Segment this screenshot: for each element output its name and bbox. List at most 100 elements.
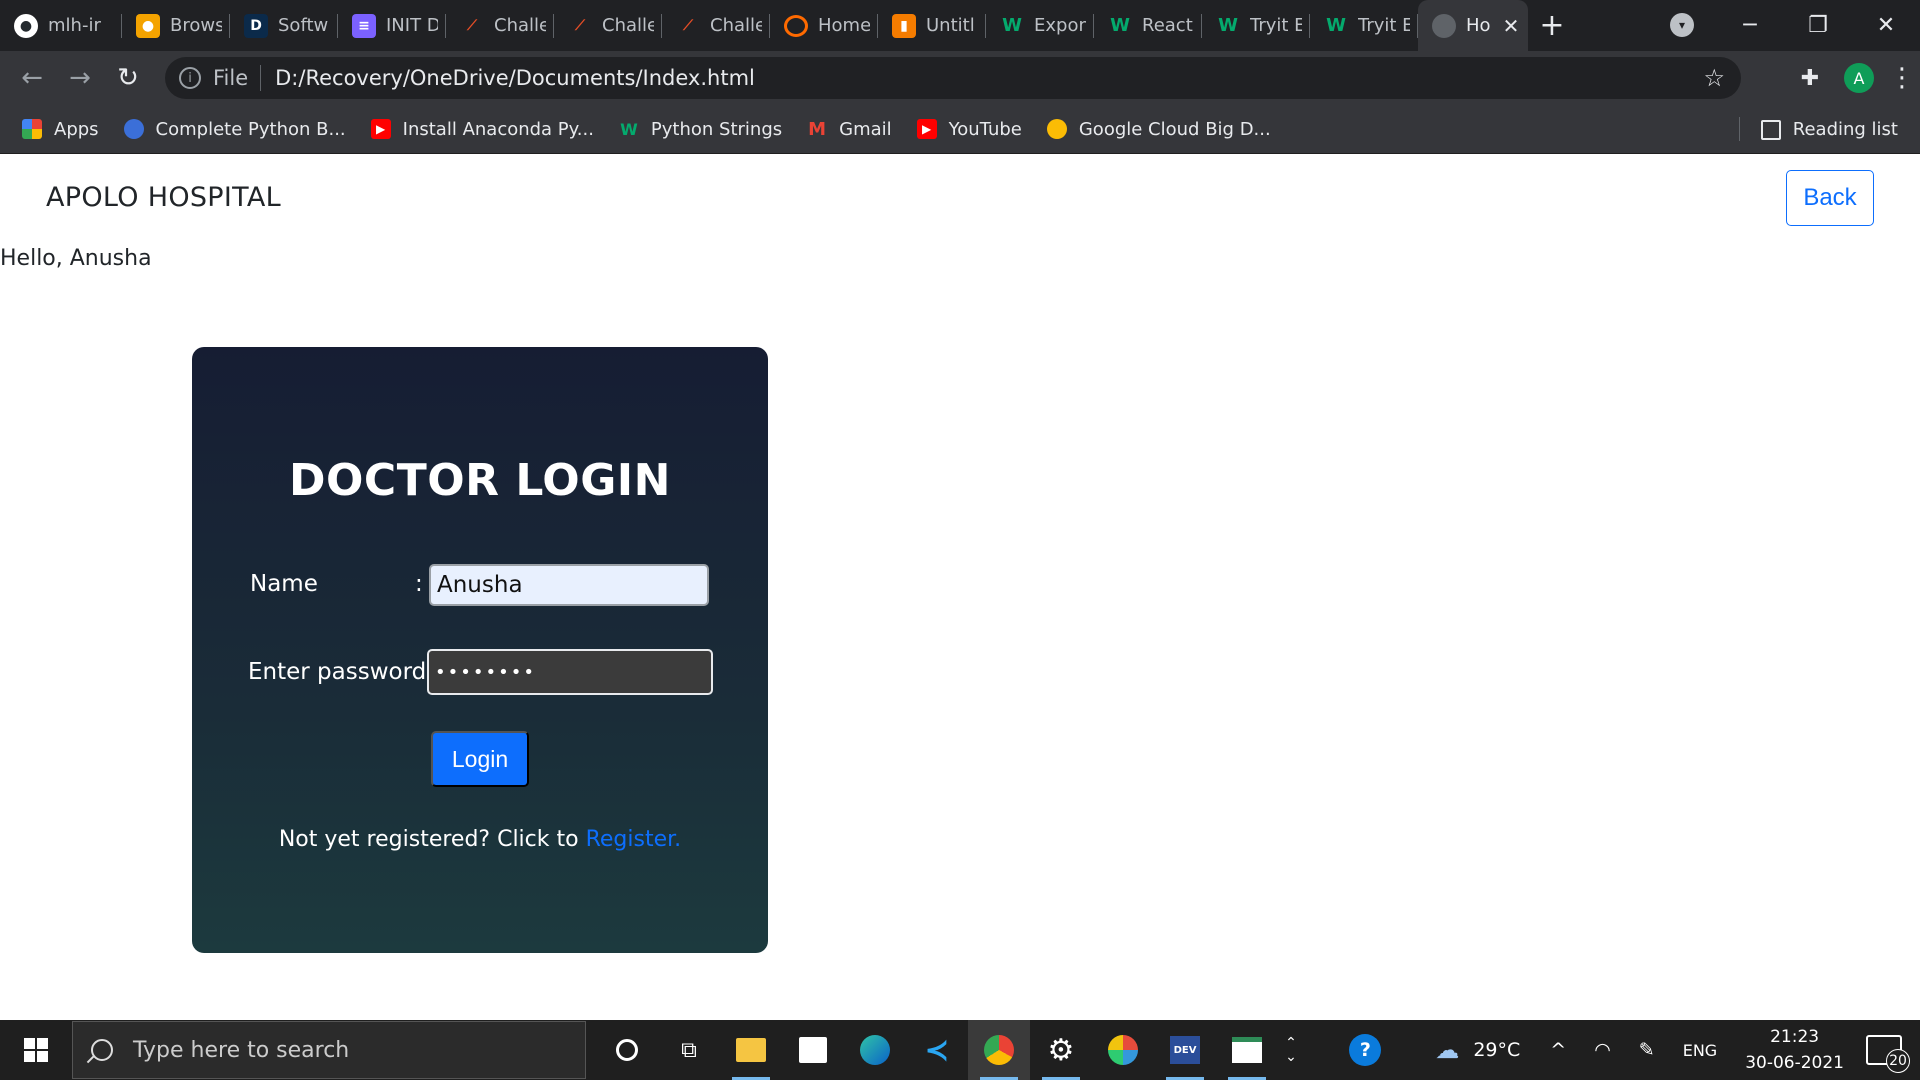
tab-search-icon[interactable]: ▾ (1670, 13, 1694, 37)
restore-icon[interactable]: ❐ (1784, 13, 1852, 38)
settings-gear-icon[interactable]: ⚙ (1030, 1020, 1092, 1080)
url-text[interactable]: D:/Recovery/OneDrive/Documents/Index.htm… (275, 66, 755, 90)
browser-tab[interactable]: ● Brows (122, 0, 230, 51)
language-indicator[interactable]: ENG (1683, 1041, 1717, 1060)
register-link[interactable]: Register. (586, 827, 682, 852)
browserstack-icon: ● (136, 13, 160, 38)
bookmark-item[interactable]: W Python Strings (619, 119, 782, 140)
browser-tab[interactable]: ▮ Untitl (878, 0, 986, 51)
register-prompt-text: Not yet registered? Click to (278, 827, 579, 852)
clock[interactable]: 21:23 30-06-2021 (1745, 1024, 1844, 1076)
navbar-brand[interactable]: APOLO HOSPITAL (46, 182, 281, 213)
apps-grid-icon (22, 119, 42, 139)
profile-avatar[interactable]: A (1844, 63, 1874, 93)
browser-toolbar: ← → ↻ i File D:/Recovery/OneDrive/Docume… (0, 51, 1920, 105)
circle-icon (784, 14, 808, 37)
d-icon: D (244, 13, 268, 38)
w3schools-icon: W (620, 119, 638, 139)
w3schools-icon: W (1218, 15, 1238, 36)
weather-cloud-icon[interactable]: ☁ (1435, 1036, 1459, 1064)
tab-strip: ● mlh-ir ● Brows D Softw ≡ INIT D ⟋ Chal… (0, 0, 1920, 51)
notification-center-icon[interactable]: 20 (1866, 1035, 1910, 1073)
reading-list-button[interactable]: Reading list (1738, 105, 1898, 154)
code-icon: ⟋ (683, 17, 693, 34)
bookmark-apps[interactable]: Apps (22, 119, 99, 140)
taskbar-scroll-icon[interactable]: ⌃ ⌄ (1278, 1020, 1304, 1080)
search-icon (91, 1039, 113, 1061)
close-tab-icon[interactable]: ✕ (1503, 14, 1520, 38)
address-bar[interactable]: i File D:/Recovery/OneDrive/Documents/In… (165, 57, 1741, 99)
notification-count: 20 (1886, 1049, 1910, 1073)
greeting-text: Hello, Anusha (0, 246, 152, 271)
windows-taskbar: Type here to search ⧉ ≺ ⚙ DEV ⌃ ⌄ ? ☁ 29°… (0, 1020, 1920, 1080)
browser-tab[interactable]: ≡ INIT D (338, 0, 446, 51)
clock-date: 30-06-2021 (1745, 1053, 1844, 1073)
w3schools-icon: W (1110, 15, 1130, 36)
vscode-icon[interactable]: ≺ (906, 1020, 968, 1080)
kebab-menu-icon[interactable]: ⋮ (1884, 63, 1920, 93)
youtube-icon: ▶ (370, 119, 391, 139)
paint-icon[interactable] (1092, 1020, 1154, 1080)
reload-icon[interactable]: ↻ (104, 63, 152, 93)
back-button[interactable]: Back (1786, 170, 1874, 226)
globe-icon (1432, 13, 1456, 38)
list-icon: ≡ (352, 13, 376, 38)
doctor-login-card: DOCTOR LOGIN Name : Anusha Enter passwor… (192, 347, 768, 953)
clock-time: 21:23 (1770, 1027, 1820, 1047)
bookmark-item[interactable]: Google Cloud Big D... (1046, 119, 1271, 140)
bookmark-star-icon[interactable]: ☆ (1703, 64, 1725, 92)
browser-tab[interactable]: W React (1094, 0, 1202, 51)
extensions-puzzle-icon[interactable]: ✚ (1786, 66, 1834, 91)
forward-arrow-icon[interactable]: → (56, 63, 104, 93)
windows-logo-icon (24, 1038, 48, 1062)
store-icon[interactable] (782, 1020, 844, 1080)
browser-tab[interactable]: ● mlh-ir (0, 0, 122, 51)
minimize-icon[interactable]: ─ (1716, 13, 1784, 38)
taskbar-search[interactable]: Type here to search (72, 1021, 586, 1079)
bookmark-item[interactable]: ▶ YouTube (916, 119, 1022, 140)
help-icon[interactable]: ? (1349, 1034, 1382, 1066)
address-separator (260, 65, 262, 91)
task-view-icon[interactable]: ⧉ (658, 1020, 720, 1080)
edge-icon[interactable] (844, 1020, 906, 1080)
login-title: DOCTOR LOGIN (288, 455, 672, 506)
back-arrow-icon[interactable]: ← (8, 63, 56, 93)
browser-tab[interactable]: W Expon (986, 0, 1094, 51)
pen-icon[interactable]: ✎ (1639, 1039, 1655, 1061)
bookmark-item[interactable]: M Gmail (807, 119, 891, 140)
file-explorer-icon[interactable] (720, 1020, 782, 1080)
reading-list-icon (1760, 119, 1781, 140)
close-window-icon[interactable]: ✕ (1852, 13, 1920, 38)
browser-tab-active[interactable]: Ho ✕ (1418, 0, 1528, 51)
bookmarks-bar: Apps Complete Python B... ▶ Install Anac… (0, 105, 1920, 154)
weather-temp[interactable]: 29°C (1473, 1039, 1520, 1061)
bookmark-item[interactable]: ▶ Install Anaconda Py... (370, 119, 594, 140)
coursera-icon (1046, 119, 1067, 139)
browser-tab[interactable]: Home (770, 0, 878, 51)
devcpp-icon[interactable]: DEV (1154, 1020, 1216, 1080)
browser-tab[interactable]: ⟋ Challe (662, 0, 770, 51)
chrome-icon[interactable] (968, 1020, 1030, 1080)
login-button[interactable]: Login (431, 731, 529, 787)
password-input[interactable]: •••••••• (427, 649, 713, 695)
browser-tab[interactable]: ⟋ Challe (554, 0, 662, 51)
browser-tab[interactable]: W Tryit E (1202, 0, 1310, 51)
browser-tab[interactable]: ⟋ Challe (446, 0, 554, 51)
bookmark-item[interactable]: Complete Python B... (123, 119, 346, 140)
browser-tab[interactable]: D Softw (230, 0, 338, 51)
name-input[interactable]: Anusha (429, 564, 709, 606)
new-tab-button[interactable]: + (1528, 8, 1576, 43)
w3schools-icon: W (1326, 15, 1346, 36)
notebook-icon: ▮ (892, 13, 916, 38)
window-controls: ─ ❐ ✕ (1716, 0, 1920, 51)
wifi-icon[interactable]: ◠ (1594, 1039, 1611, 1061)
name-label: Name (250, 571, 318, 597)
w3schools-icon: W (1002, 15, 1022, 36)
browser-tab[interactable]: W Tryit E (1310, 0, 1418, 51)
start-button[interactable] (0, 1020, 72, 1080)
cortana-icon[interactable] (596, 1020, 658, 1080)
chevron-up-icon[interactable]: ^ (1550, 1039, 1566, 1061)
code-icon: ⟋ (575, 17, 585, 34)
notepad-icon[interactable] (1216, 1020, 1278, 1080)
info-icon[interactable]: i (179, 67, 201, 89)
